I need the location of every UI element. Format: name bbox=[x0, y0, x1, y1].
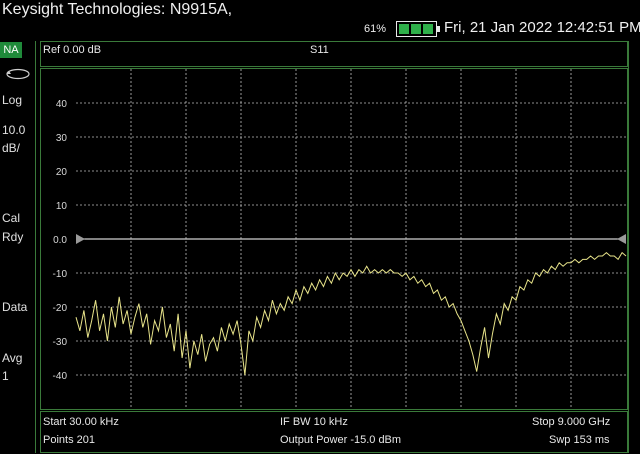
y-tick-label: -30 bbox=[53, 337, 68, 348]
sweep-time[interactable]: Swp 153 ms bbox=[549, 434, 610, 446]
trace-name[interactable]: S11 bbox=[310, 44, 329, 56]
reference-level[interactable]: Ref 0.00 dB bbox=[43, 44, 101, 56]
stop-frequency[interactable]: Stop 9.000 GHz bbox=[532, 416, 610, 428]
cal-label: Cal bbox=[2, 211, 21, 225]
battery-icon bbox=[396, 21, 440, 37]
y-tick-label: 30 bbox=[56, 133, 68, 144]
datetime: Fri, 21 Jan 2022 12:42:51 PM bbox=[444, 19, 640, 36]
start-frequency[interactable]: Start 30.00 kHz bbox=[43, 416, 119, 428]
y-tick-label: 10 bbox=[56, 201, 68, 212]
trace-header-bar bbox=[40, 41, 628, 67]
avg-label: Avg bbox=[2, 351, 23, 365]
y-tick-label: -20 bbox=[53, 303, 68, 314]
scale-unit: dB/ bbox=[2, 141, 21, 155]
cycle-icon bbox=[6, 68, 30, 80]
y-tick-label: 0.0 bbox=[53, 235, 67, 246]
format-label[interactable]: Log bbox=[2, 93, 22, 107]
points-count[interactable]: Points 201 bbox=[43, 434, 95, 446]
y-tick-label: 40 bbox=[56, 99, 68, 110]
battery-percent: 61% bbox=[364, 23, 387, 35]
y-tick-label: -10 bbox=[53, 269, 68, 280]
y-tick-label: -40 bbox=[53, 371, 68, 382]
data-label: Data bbox=[2, 300, 28, 314]
reference-marker-left[interactable] bbox=[76, 234, 85, 244]
output-power[interactable]: Output Power -15.0 dBm bbox=[280, 434, 401, 446]
cal-status: Rdy bbox=[2, 230, 24, 244]
right-edge-panel bbox=[628, 41, 640, 453]
avg-value: 1 bbox=[2, 369, 9, 383]
mode-badge[interactable]: NA bbox=[0, 42, 22, 58]
if-bandwidth[interactable]: IF BW 10 kHz bbox=[280, 416, 348, 428]
instrument-title: Keysight Technologies: N9915A, bbox=[2, 1, 233, 18]
plot-svg: 40 30 20 10 0.0 -10 -20 -30 -40 bbox=[53, 69, 627, 409]
scale-value[interactable]: 10.0 bbox=[2, 123, 25, 137]
y-tick-label: 20 bbox=[56, 167, 68, 178]
reference-marker-right[interactable] bbox=[617, 234, 626, 244]
